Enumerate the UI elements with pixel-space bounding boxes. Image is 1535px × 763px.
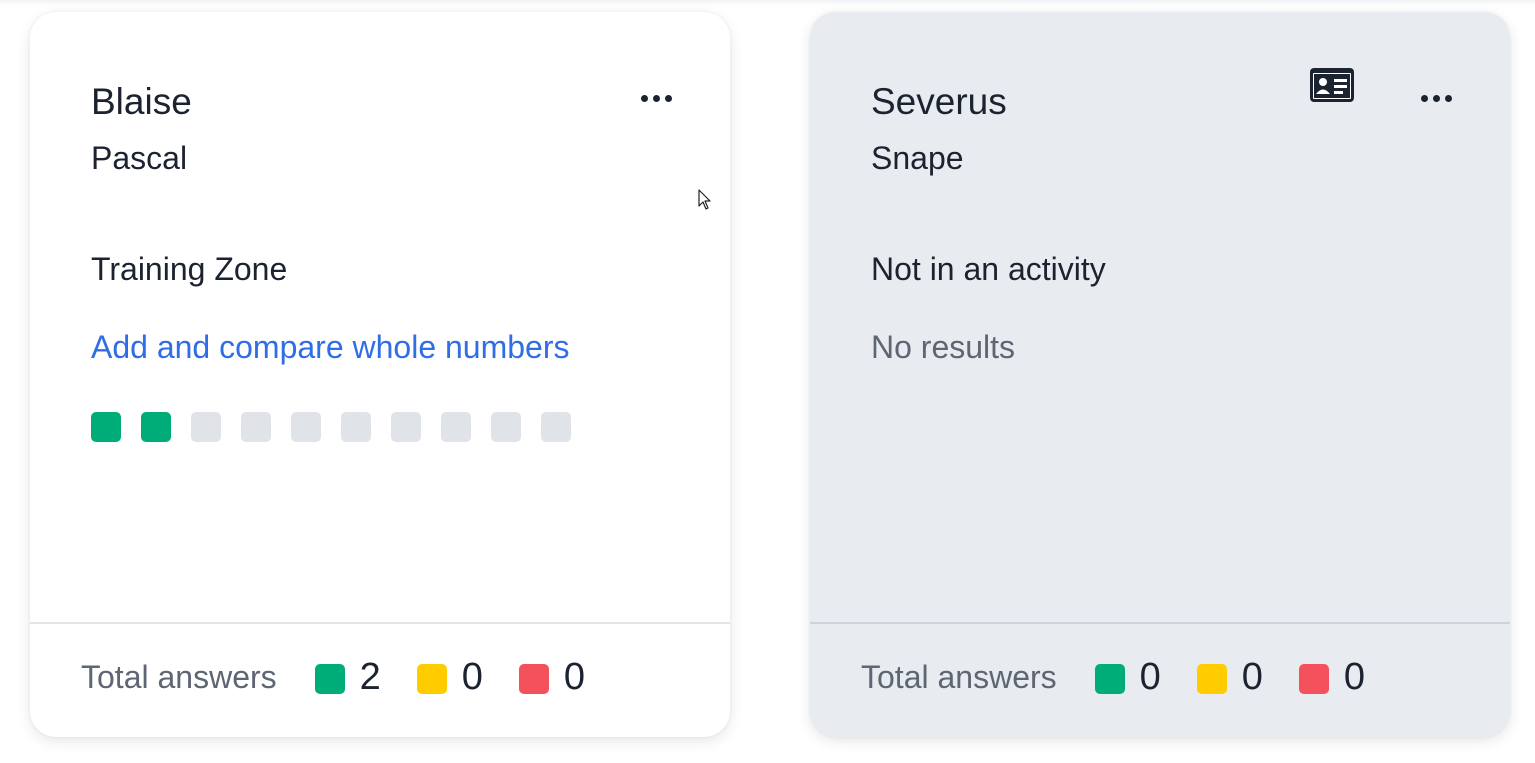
top-divider bbox=[0, 0, 1535, 6]
question-progress bbox=[91, 412, 571, 442]
activity-name: Training Zone bbox=[91, 251, 288, 287]
student-card-severus[interactable]: Severus Snape Not in an activity No resu… bbox=[810, 12, 1510, 737]
partial-swatch bbox=[416, 664, 447, 694]
no-results-text: No results bbox=[871, 329, 1016, 365]
question-status-pending bbox=[291, 412, 321, 442]
mouse-cursor-icon bbox=[698, 189, 711, 210]
more-dot bbox=[1444, 94, 1452, 102]
incorrect-swatch bbox=[1298, 664, 1329, 694]
correct-count: 2 bbox=[314, 655, 381, 699]
correct-count-value: 0 bbox=[1139, 655, 1161, 698]
more-horizontal-icon bbox=[1420, 94, 1428, 102]
more-options-button[interactable] bbox=[1411, 76, 1461, 120]
more-dot bbox=[664, 94, 672, 102]
question-status-pending bbox=[441, 412, 471, 442]
incorrect-swatch bbox=[518, 664, 549, 694]
id-card-icon bbox=[1310, 68, 1354, 102]
more-options-button[interactable] bbox=[631, 76, 681, 120]
incorrect-count: 0 bbox=[1298, 655, 1366, 699]
more-dot bbox=[1432, 94, 1440, 102]
correct-swatch bbox=[1094, 664, 1125, 694]
correct-count: 0 bbox=[1094, 655, 1161, 699]
partial-swatch bbox=[1196, 664, 1227, 694]
partial-count-value: 0 bbox=[1241, 655, 1263, 698]
question-status-correct bbox=[141, 412, 171, 442]
more-horizontal-icon bbox=[640, 94, 648, 102]
total-answers-footer: Total answers 0 0 0 bbox=[861, 652, 1401, 702]
question-status-pending bbox=[491, 412, 521, 442]
question-status-pending bbox=[341, 412, 371, 442]
question-status-pending bbox=[391, 412, 421, 442]
student-first-name: Blaise bbox=[91, 81, 192, 122]
question-status-pending bbox=[541, 412, 571, 442]
partial-count-value: 0 bbox=[461, 655, 483, 698]
partial-count: 0 bbox=[416, 655, 483, 699]
incorrect-count: 0 bbox=[518, 655, 586, 699]
student-last-name: Snape bbox=[871, 140, 964, 176]
total-answers-footer: Total answers 2 0 0 bbox=[81, 652, 621, 702]
correct-count-value: 2 bbox=[359, 655, 381, 698]
partial-count: 0 bbox=[1196, 655, 1263, 699]
student-last-name: Pascal bbox=[91, 140, 188, 176]
question-status-pending bbox=[191, 412, 221, 442]
total-answers-label: Total answers bbox=[81, 658, 277, 695]
total-answers-label: Total answers bbox=[861, 658, 1057, 695]
more-dot bbox=[652, 94, 660, 102]
question-status-correct bbox=[91, 412, 121, 442]
activity-name: Not in an activity bbox=[871, 251, 1106, 287]
student-card-blaise[interactable]: Blaise Pascal Training Zone Add and comp… bbox=[30, 12, 730, 737]
question-status-pending bbox=[241, 412, 271, 442]
correct-swatch bbox=[314, 664, 345, 694]
incorrect-count-value: 0 bbox=[1343, 655, 1366, 698]
student-profile-button[interactable] bbox=[1308, 66, 1356, 104]
topic-link[interactable]: Add and compare whole numbers bbox=[91, 328, 570, 366]
incorrect-count-value: 0 bbox=[563, 655, 586, 698]
card-divider bbox=[30, 622, 730, 624]
card-divider bbox=[810, 622, 1510, 624]
student-first-name: Severus bbox=[871, 81, 1007, 122]
